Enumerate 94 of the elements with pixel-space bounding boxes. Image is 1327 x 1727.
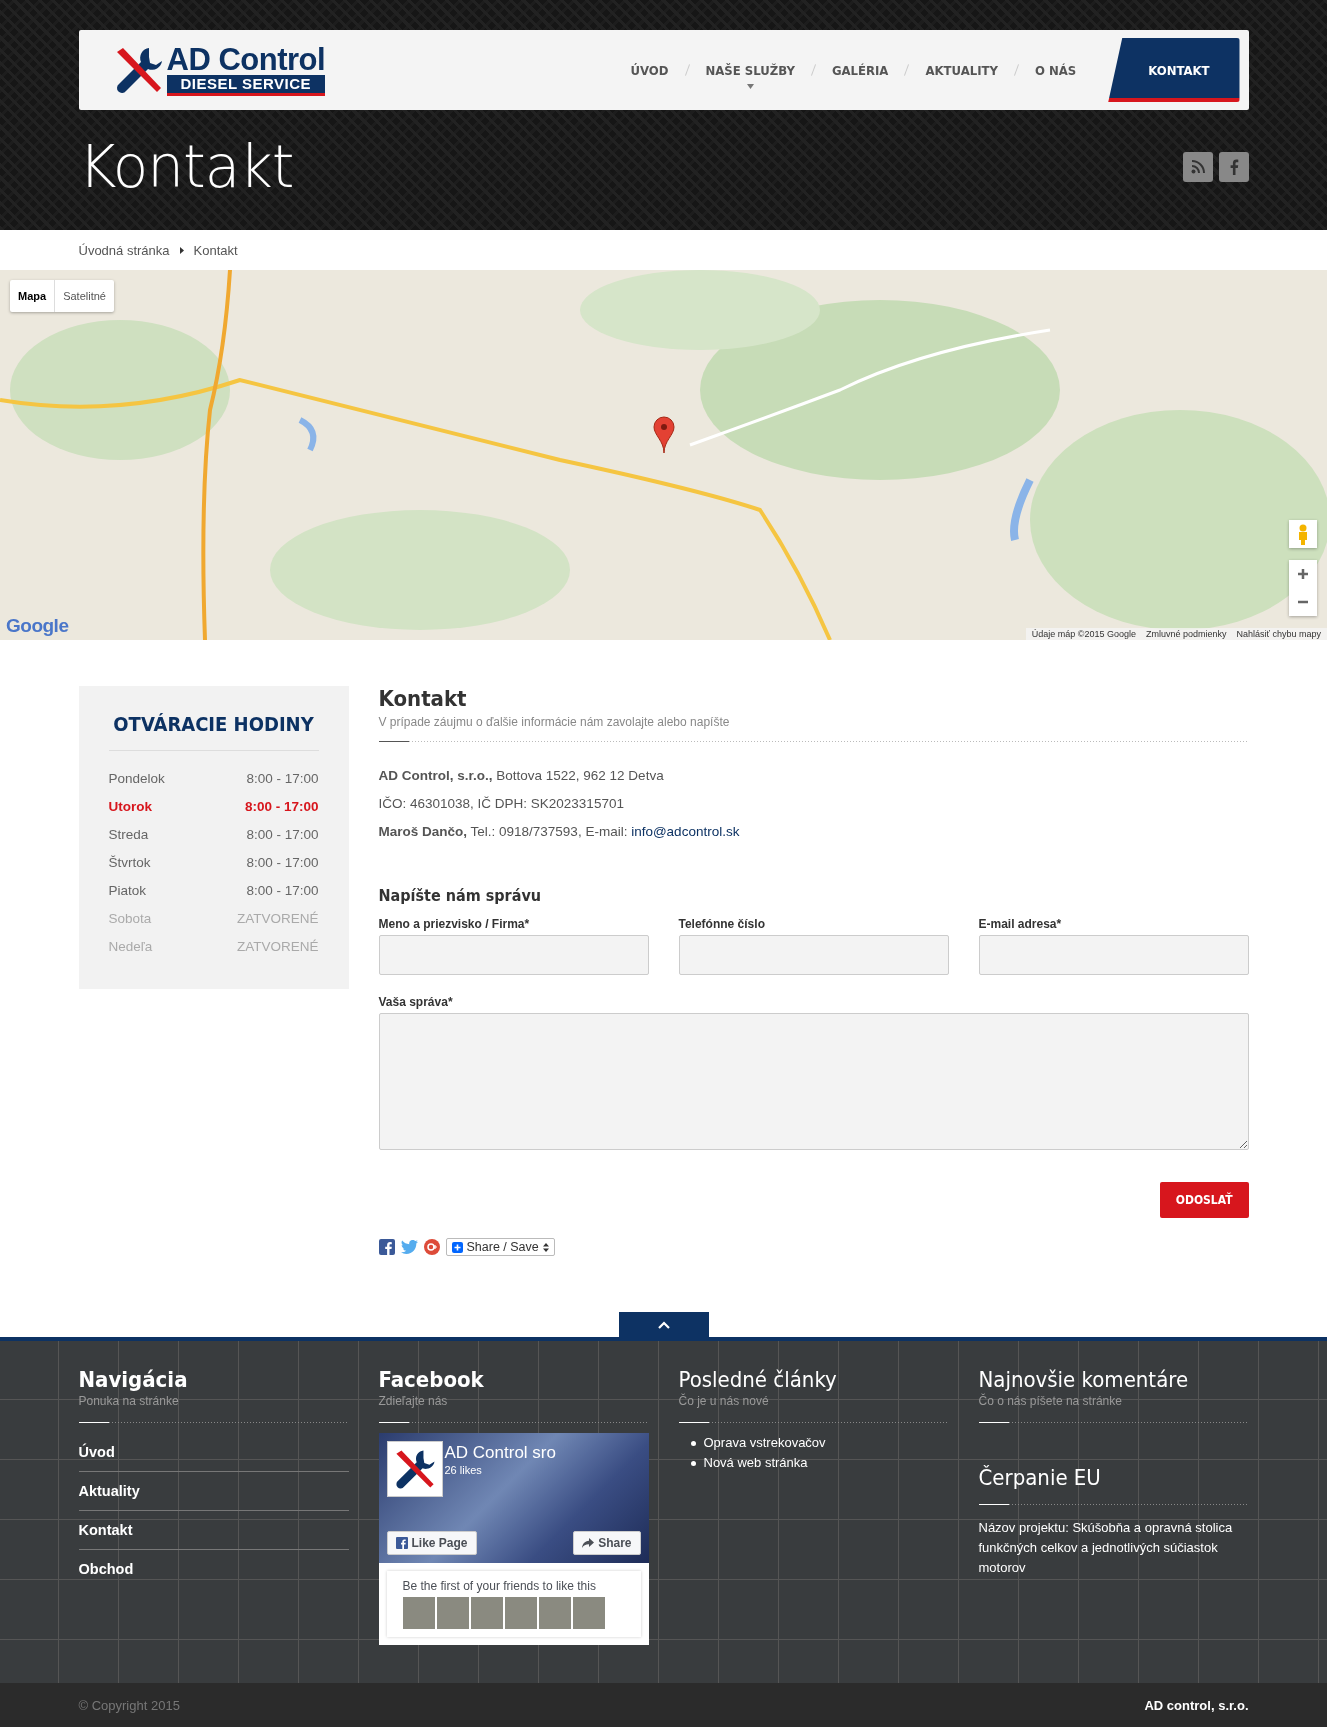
contact-subtitle: V prípade záujmu o ďalšie informácie nám zavolajte alebo napíšte [378,715,731,729]
photo-placeholder [436,1597,469,1629]
nav-link[interactable]: AKTUALITY [907,62,1016,78]
bullet-icon [690,1440,696,1446]
footer-subheading: Zdieľajte nás [378,1394,449,1408]
day-label: Piatok [108,882,147,900]
hours-value: ZATVORENÉ [237,910,319,928]
message-field[interactable] [378,1013,1249,1150]
like-count: 26 likes [444,1464,482,1476]
footer-nav-link[interactable]: Aktuality [78,1472,349,1511]
footer-nav-link[interactable]: Obchod [78,1550,349,1588]
breadcrumb-arrow-icon [179,246,184,254]
facebook-icon[interactable] [378,1239,395,1255]
field-label: Telefónne číslo [678,917,766,931]
article-link[interactable]: Oprava vstrekovačov [703,1433,826,1453]
photo-placeholder [402,1597,435,1629]
logo[interactable]: AD Control DIESEL SERVICE [112,44,326,96]
twitter-icon[interactable] [400,1240,418,1254]
footer-heading: Najnovšie komentáre [978,1367,1190,1392]
day-label: Nedeľa [108,938,153,956]
input-field[interactable] [378,935,649,975]
map-pin-icon[interactable] [653,416,675,454]
photo-placeholder [504,1597,537,1629]
map-logo: Google [6,615,69,637]
map-attribution-link[interactable]: Údaje máp ©2015 Google [1031,629,1137,639]
photo-placeholder [470,1597,503,1629]
footer-subheading: Čo o nás píšete na stránke [978,1394,1123,1408]
project-text: Názov projektu: Skúšobňa a opravná stolica funkčných celkov a jednotlivých súčiastok motorov [978,1519,1234,1577]
facebook-page-link[interactable]: AD Control sro [444,1443,556,1463]
email-link[interactable]: info@adcontrol.sk [631,824,740,839]
map-attribution-link[interactable]: Zmluvné podmienky [1146,629,1227,639]
field-label: Meno a priezvisko / Firma* [378,917,531,931]
copyright-text: © Copyright 2015 [78,1698,180,1713]
footer-heading: Navigácia [78,1367,189,1392]
send-button[interactable]: ODOSLAŤ [1159,1182,1249,1218]
photo-placeholder [538,1597,571,1629]
share-save-button[interactable]: Share / Save [445,1238,555,1256]
map-type-tab[interactable]: Mapa [10,280,55,312]
field-label: E-mail adresa* [978,917,1063,931]
day-label: Streda [108,826,149,844]
hours-title: OTVÁRACIE HODINY [108,712,319,751]
bullet-icon [690,1460,696,1466]
facebook-icon[interactable] [1218,152,1249,182]
back-to-top-button[interactable] [618,1312,709,1337]
contact-title: Kontakt [378,686,468,711]
nav-link[interactable]: O NÁS [1016,62,1095,78]
day-label: Utorok [108,798,152,816]
contact-info-line: Maroš Dančo, Tel.: 0918/737593, E-mail: info@adcontrol.sk [378,823,741,841]
hours-value: 8:00 - 17:00 [244,798,319,816]
footer-subheading: Čo je u nás nové [678,1394,770,1408]
page-title: Kontakt [78,132,294,202]
page-logo-icon[interactable] [386,1441,443,1497]
chevron-up-icon [657,1320,670,1329]
day-label: Sobota [108,910,152,928]
breadcrumb-current: Kontakt [193,242,238,258]
contact-info-line: AD Control, s.r.o., Bottova 1522, 962 12 Detva [378,767,665,785]
footer-heading: Posledné články [678,1367,838,1392]
google-plus-icon[interactable] [423,1239,440,1255]
field-label: Vaša správa* [378,995,454,1009]
day-label: Pondelok [108,770,165,788]
article-link[interactable]: Nová web stránka [703,1453,808,1473]
share-button[interactable]: Share [573,1531,641,1555]
hours-value: ZATVORENÉ [237,938,319,956]
like-page-button[interactable]: Like Page [386,1531,477,1555]
hours-value: 8:00 - 17:00 [246,854,319,872]
contact-info-line: IČO: 46301038, IČ DPH: SK2023315701 [378,795,625,813]
caret-icon[interactable] [746,83,754,89]
footer-nav-link[interactable]: Úvod [78,1433,349,1472]
footer-subheading: Ponuka na stránke [78,1394,180,1408]
input-field[interactable] [678,935,949,975]
footer-nav-link[interactable]: Kontakt [78,1511,349,1550]
map-attribution-link[interactable]: Nahlásiť chybu mapy [1236,629,1321,639]
hours-value: 8:00 - 17:00 [246,882,319,900]
rss-icon[interactable] [1182,152,1213,182]
nav-link[interactable]: NAŠE SLUŽBY [687,62,813,78]
share-arrow-icon [582,1538,595,1548]
map-type-tab[interactable]: Satelitné [54,280,114,312]
footer-heading: Čerpanie EU [978,1465,1102,1490]
day-label: Štvrtok [108,854,151,872]
plus-icon [451,1241,463,1253]
friends-text: Be the first of your friends to like this [402,1579,597,1593]
nav-link[interactable]: KONTAKT [1108,38,1240,102]
photo-placeholder [572,1597,605,1629]
footer-heading: Facebook [378,1367,485,1392]
up-down-icon [542,1242,549,1252]
hours-value: 8:00 - 17:00 [246,770,319,788]
company-name: AD control, s.r.o. [1144,1698,1249,1713]
input-field[interactable] [978,935,1249,975]
breadcrumb-link[interactable]: Úvodná stránka [78,242,170,258]
facebook-icon [395,1537,408,1549]
nav-link[interactable]: GALÉRIA [813,62,907,78]
hours-value: 8:00 - 17:00 [246,826,319,844]
form-title: Napíšte nám správu [378,886,542,905]
nav-link[interactable]: ÚVOD [612,62,687,78]
